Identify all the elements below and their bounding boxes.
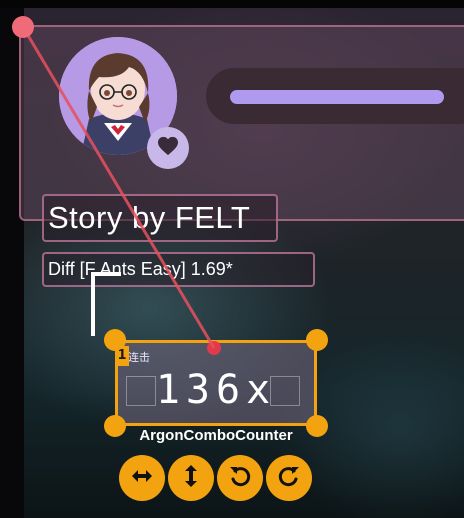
alignment-guide-horizontal	[91, 272, 121, 276]
difficulty-label[interactable]: Diff [F Ants Easy] 1.69*	[42, 252, 315, 287]
rotate-cw-icon	[276, 463, 302, 493]
progress-fill	[230, 90, 444, 104]
alignment-guide-vertical	[91, 272, 95, 336]
anchor-point[interactable]	[207, 341, 221, 355]
pointer-origin[interactable]	[12, 16, 34, 38]
flip-vertical-button[interactable]	[168, 455, 214, 501]
favorite-badge[interactable]	[147, 127, 189, 169]
resize-handle-top-right[interactable]	[306, 329, 328, 351]
rotate-ccw-icon	[227, 463, 253, 493]
song-title[interactable]: Story by FELT	[42, 194, 278, 242]
flip-horizontal-icon	[129, 463, 155, 493]
component-name: ArgonComboCounter	[139, 427, 293, 444]
top-bar	[0, 0, 464, 8]
rotate-ccw-button[interactable]	[217, 455, 263, 501]
resize-handle-top-left[interactable]	[104, 329, 126, 351]
flip-vertical-icon	[178, 463, 204, 493]
heart-icon	[157, 136, 179, 160]
rotate-cw-button[interactable]	[266, 455, 312, 501]
flip-horizontal-button[interactable]	[119, 455, 165, 501]
